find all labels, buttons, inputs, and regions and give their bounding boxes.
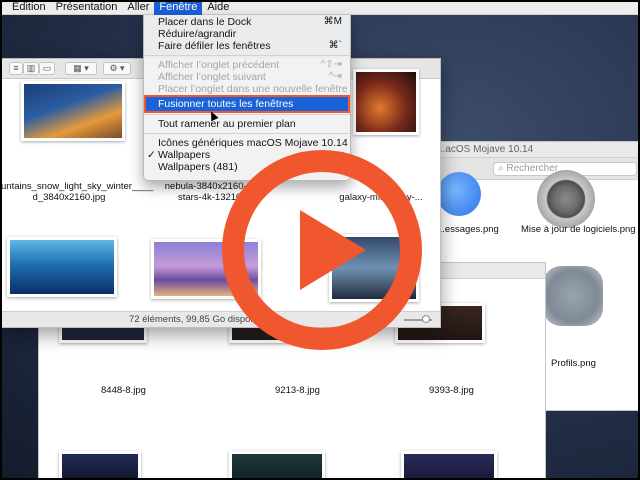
menu-item-label: Placer l’onglet dans une nouvelle fenêtr… <box>158 83 348 95</box>
action-gear-button[interactable]: ⚙ ▾ <box>103 62 131 75</box>
menu-fenetre[interactable]: Fenêtre <box>154 0 203 15</box>
menu-separator <box>144 133 350 134</box>
shortcut-label: ^⇧⇥ <box>320 59 342 70</box>
thumbnail-nebula-galaxy[interactable] <box>353 69 419 135</box>
software-update-gear-icon[interactable] <box>537 170 595 228</box>
messages-app-icon[interactable] <box>437 172 481 216</box>
view-gallery-button[interactable]: ▭ <box>39 62 55 75</box>
menu-item-window-icons[interactable]: Icônes génériques macOS Mojave 10.14 <box>144 137 350 149</box>
menu-item-cycle-windows[interactable]: Faire défiler les fenêtres ⌘` <box>144 40 350 52</box>
menu-item-move-tab-new-window: Placer l’onglet dans une nouvelle fenêtr… <box>144 83 350 95</box>
menu-item-label: Afficher l’onglet suivant <box>158 71 266 83</box>
file-caption: ...essages.png <box>437 224 499 235</box>
thumbnail-ocean[interactable] <box>7 237 117 297</box>
menu-item-label: Tout ramener au premier plan <box>158 118 296 130</box>
checkmark-icon: ✓ <box>147 149 156 161</box>
menu-item-label: Wallpapers <box>158 149 211 161</box>
file-caption: 9393-8.jpg <box>429 385 474 396</box>
menu-item-label: Icônes génériques macOS Mojave 10.14 <box>158 137 348 149</box>
menu-edition[interactable]: Édition <box>7 0 51 15</box>
thumbnail[interactable] <box>401 451 497 480</box>
file-caption: 9213-8.jpg <box>275 385 320 396</box>
thumbnail[interactable] <box>59 451 141 480</box>
menu-item-label: Wallpapers (481) <box>158 161 238 173</box>
menu-item-zoom[interactable]: Réduire/agrandir <box>144 28 350 40</box>
view-columns-button[interactable]: ▥ <box>23 62 39 75</box>
video-play-button[interactable] <box>222 150 422 350</box>
menu-item-previous-tab: Afficher l’onglet précédent ^⇧⇥ <box>144 59 350 71</box>
file-caption: 8448-8.jpg <box>101 385 146 396</box>
menu-bar: Édition Présentation Aller Fenêtre Aide <box>0 0 640 15</box>
thumbnail[interactable] <box>229 451 325 480</box>
menu-item-label: Faire défiler les fenêtres <box>158 40 271 52</box>
menu-item-next-tab: Afficher l’onglet suivant ^⇥ <box>144 71 350 83</box>
file-caption: Profils.png <box>551 358 596 369</box>
group-by-button[interactable]: ▦ ▾ <box>65 62 97 75</box>
menu-item-merge-all-windows[interactable]: Fusionner toutes les fenêtres <box>144 95 350 113</box>
thumbnail-mountains[interactable] <box>21 81 125 141</box>
menu-item-label: Réduire/agrandir <box>158 28 237 40</box>
play-triangle-icon <box>300 210 366 290</box>
search-placeholder: Rechercher <box>506 163 559 174</box>
slider-knob[interactable] <box>422 315 430 323</box>
menu-item-label: Fusionner toutes les fenêtres <box>158 98 294 110</box>
menu-item-place-in-dock[interactable]: Placer dans le Dock ⌘M <box>144 16 350 28</box>
menu-item-label: Afficher l’onglet précédent <box>158 59 280 71</box>
file-caption: untains_snow_light_sky_winter____ d_3840… <box>1 181 154 203</box>
menu-separator <box>144 55 350 56</box>
menu-item-label: Placer dans le Dock <box>158 16 252 28</box>
back-window-title: ...acOS Mojave 10.14 <box>433 142 640 158</box>
shortcut-label: ⌘M <box>323 16 342 27</box>
shortcut-label: ^⇥ <box>328 71 342 82</box>
menu-aide[interactable]: Aide <box>202 0 234 15</box>
menu-aller[interactable]: Aller <box>122 0 154 15</box>
file-caption: Mise à jour de logiciels.png <box>521 224 636 235</box>
menu-separator <box>144 114 350 115</box>
menu-item-bring-all-to-front[interactable]: Tout ramener au premier plan <box>144 118 350 130</box>
shortcut-label: ⌘` <box>328 40 342 51</box>
view-list-button[interactable]: ≡ <box>9 62 23 75</box>
profiles-check-icon[interactable] <box>543 266 603 326</box>
menu-presentation[interactable]: Présentation <box>51 0 123 15</box>
